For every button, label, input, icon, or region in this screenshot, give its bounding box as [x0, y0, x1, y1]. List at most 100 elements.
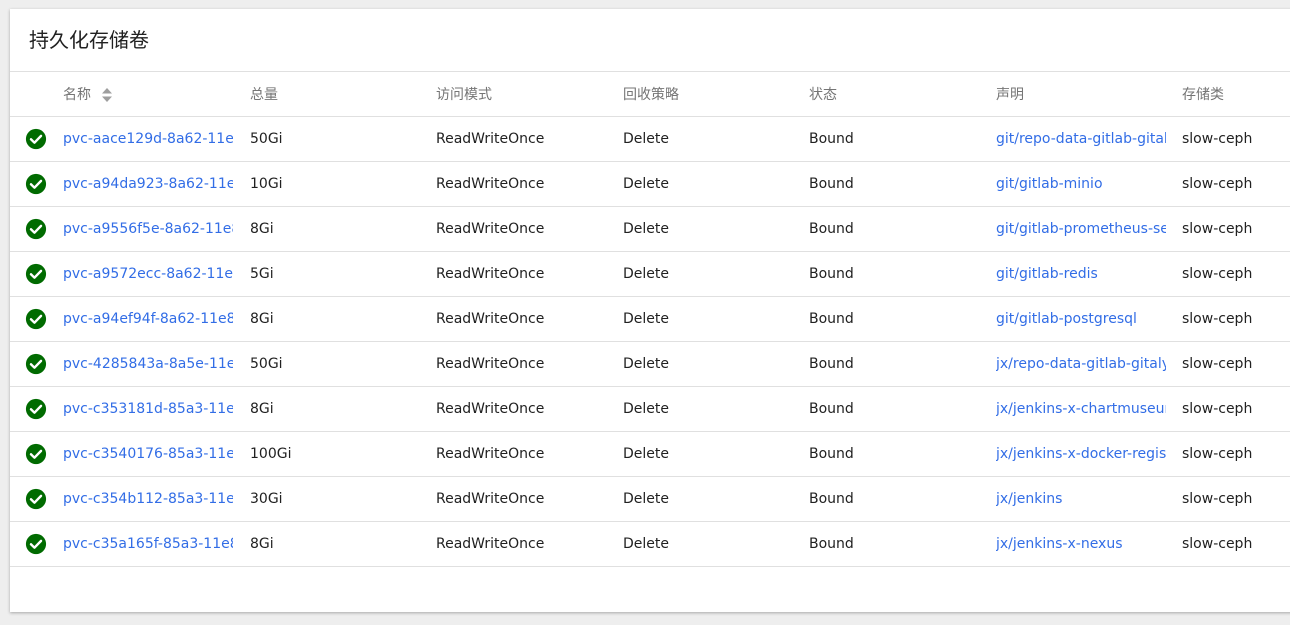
- pv-name-link[interactable]: pvc-a94ef94f-8a62-11e8: [63, 311, 233, 327]
- pv-name-link[interactable]: pvc-c353181d-85a3-11e8: [63, 401, 233, 417]
- claim-link[interactable]: git/gitlab-redis: [996, 266, 1166, 282]
- claim-link[interactable]: git/gitlab-minio: [996, 176, 1166, 192]
- access-mode-cell: ReadWriteOnce: [436, 251, 623, 297]
- check-circle-icon: [25, 263, 47, 285]
- table-row[interactable]: pvc-c354b112-85a3-11e8 30Gi ReadWriteOnce D…: [10, 476, 1290, 522]
- pv-name-cell[interactable]: pvc-c3540176-85a3-11e8: [63, 431, 250, 477]
- capacity-cell: 50Gi: [250, 116, 436, 162]
- claim-cell[interactable]: git/repo-data-gitlab-gitaly: [996, 116, 1182, 162]
- check-circle-icon: [25, 533, 47, 555]
- pv-name-cell[interactable]: pvc-c353181d-85a3-11e8: [63, 386, 250, 432]
- header-name-label[interactable]: 名称: [63, 87, 91, 103]
- table-row[interactable]: pvc-aace129d-8a62-11e8 50Gi ReadWriteOnce D…: [10, 116, 1290, 162]
- claim-cell[interactable]: jx/repo-data-gitlab-gitaly: [996, 341, 1182, 387]
- reclaim-policy-cell: Delete: [623, 251, 809, 297]
- pv-name-link[interactable]: pvc-aace129d-8a62-11e8: [63, 131, 233, 147]
- status-icon-cell: [10, 296, 63, 342]
- pv-name-link[interactable]: pvc-c35a165f-85a3-11e8: [63, 536, 233, 552]
- table-row[interactable]: pvc-a9572ecc-8a62-11e8 5Gi ReadWriteOnce De…: [10, 251, 1290, 297]
- status-icon-cell: [10, 431, 63, 477]
- capacity-cell: 8Gi: [250, 386, 436, 432]
- status-cell: Bound: [809, 476, 996, 522]
- check-circle-icon: [25, 308, 47, 330]
- header-status-icon: [10, 72, 63, 117]
- status-cell: Bound: [809, 431, 996, 477]
- storage-class-cell: slow-ceph: [1182, 476, 1290, 522]
- pv-name-cell[interactable]: pvc-c35a165f-85a3-11e8: [63, 521, 250, 567]
- claim-link[interactable]: jx/jenkins: [996, 491, 1166, 507]
- header-reclaim-policy: 回收策略: [623, 72, 809, 117]
- claim-cell[interactable]: git/gitlab-postgresql: [996, 296, 1182, 342]
- access-mode-cell: ReadWriteOnce: [436, 296, 623, 342]
- header-claim: 声明: [996, 72, 1182, 117]
- capacity-cell: 5Gi: [250, 251, 436, 297]
- storage-class-cell: slow-ceph: [1182, 341, 1290, 387]
- status-icon-cell: [10, 521, 63, 567]
- sort-icon[interactable]: [101, 87, 113, 103]
- check-circle-icon: [25, 353, 47, 375]
- pv-name-cell[interactable]: pvc-a9572ecc-8a62-11e8: [63, 251, 250, 297]
- claim-link[interactable]: git/gitlab-prometheus-server: [996, 221, 1166, 237]
- check-circle-icon: [25, 488, 47, 510]
- claim-link[interactable]: jx/jenkins-x-nexus: [996, 536, 1166, 552]
- claim-cell[interactable]: git/gitlab-prometheus-server: [996, 206, 1182, 252]
- pv-name-link[interactable]: pvc-c354b112-85a3-11e8: [63, 491, 233, 507]
- pv-name-link[interactable]: pvc-a94da923-8a62-11e8: [63, 176, 233, 192]
- status-icon-cell: [10, 116, 63, 162]
- storage-class-cell: slow-ceph: [1182, 161, 1290, 207]
- storage-class-cell: slow-ceph: [1182, 296, 1290, 342]
- persistent-volumes-table: 名称 总量 访问模式 回收策略 状态 声明 存储类 pvc-aace129d-8…: [10, 72, 1290, 567]
- claim-cell[interactable]: jx/jenkins-x-chartmuseum: [996, 386, 1182, 432]
- table-row[interactable]: pvc-a94ef94f-8a62-11e8 8Gi ReadWriteOnce De…: [10, 296, 1290, 342]
- reclaim-policy-cell: Delete: [623, 161, 809, 207]
- claim-link[interactable]: jx/jenkins-x-docker-registry: [996, 446, 1166, 462]
- pv-name-cell[interactable]: pvc-aace129d-8a62-11e8: [63, 116, 250, 162]
- check-circle-icon: [25, 173, 47, 195]
- claim-link[interactable]: git/repo-data-gitlab-gitaly: [996, 131, 1166, 147]
- table-row[interactable]: pvc-c35a165f-85a3-11e8 8Gi ReadWriteOnce De…: [10, 521, 1290, 567]
- table-row[interactable]: pvc-4285843a-8a5e-11e8 50Gi ReadWriteOnce D…: [10, 341, 1290, 387]
- table-row[interactable]: pvc-c353181d-85a3-11e8 8Gi ReadWriteOnce De…: [10, 386, 1290, 432]
- storage-class-cell: slow-ceph: [1182, 386, 1290, 432]
- claim-cell[interactable]: jx/jenkins-x-nexus: [996, 521, 1182, 567]
- reclaim-policy-cell: Delete: [623, 431, 809, 477]
- header-capacity: 总量: [250, 72, 436, 117]
- storage-class-cell: slow-ceph: [1182, 431, 1290, 477]
- status-cell: Bound: [809, 521, 996, 567]
- claim-link[interactable]: git/gitlab-postgresql: [996, 311, 1166, 327]
- pv-name-link[interactable]: pvc-a9556f5e-8a62-11e8: [63, 221, 233, 237]
- claim-link[interactable]: jx/jenkins-x-chartmuseum: [996, 401, 1166, 417]
- table-row[interactable]: pvc-c3540176-85a3-11e8 100Gi ReadWriteOnce…: [10, 431, 1290, 477]
- table-row[interactable]: pvc-a9556f5e-8a62-11e8 8Gi ReadWriteOnce De…: [10, 206, 1290, 252]
- claim-cell[interactable]: jx/jenkins-x-docker-registry: [996, 431, 1182, 477]
- pv-name-cell[interactable]: pvc-c354b112-85a3-11e8: [63, 476, 250, 522]
- table-row[interactable]: pvc-a94da923-8a62-11e8 10Gi ReadWriteOnce D…: [10, 161, 1290, 207]
- pv-name-cell[interactable]: pvc-a94da923-8a62-11e8: [63, 161, 250, 207]
- storage-class-cell: slow-ceph: [1182, 251, 1290, 297]
- capacity-cell: 8Gi: [250, 296, 436, 342]
- status-cell: Bound: [809, 296, 996, 342]
- capacity-cell: 10Gi: [250, 161, 436, 207]
- pv-name-link[interactable]: pvc-c3540176-85a3-11e8: [63, 446, 233, 462]
- claim-link[interactable]: jx/repo-data-gitlab-gitaly: [996, 356, 1166, 372]
- pv-name-cell[interactable]: pvc-4285843a-8a5e-11e8: [63, 341, 250, 387]
- check-circle-icon: [25, 443, 47, 465]
- status-icon-cell: [10, 206, 63, 252]
- claim-cell[interactable]: git/gitlab-minio: [996, 161, 1182, 207]
- header-name[interactable]: 名称: [63, 72, 250, 117]
- access-mode-cell: ReadWriteOnce: [436, 431, 623, 477]
- reclaim-policy-cell: Delete: [623, 296, 809, 342]
- pv-name-link[interactable]: pvc-4285843a-8a5e-11e8: [63, 356, 233, 372]
- pv-name-cell[interactable]: pvc-a9556f5e-8a62-11e8: [63, 206, 250, 252]
- status-icon-cell: [10, 476, 63, 522]
- status-cell: Bound: [809, 251, 996, 297]
- status-cell: Bound: [809, 341, 996, 387]
- pv-name-link[interactable]: pvc-a9572ecc-8a62-11e8: [63, 266, 233, 282]
- access-mode-cell: ReadWriteOnce: [436, 521, 623, 567]
- check-circle-icon: [25, 218, 47, 240]
- claim-cell[interactable]: git/gitlab-redis: [996, 251, 1182, 297]
- pv-name-cell[interactable]: pvc-a94ef94f-8a62-11e8: [63, 296, 250, 342]
- access-mode-cell: ReadWriteOnce: [436, 116, 623, 162]
- status-icon-cell: [10, 341, 63, 387]
- claim-cell[interactable]: jx/jenkins: [996, 476, 1182, 522]
